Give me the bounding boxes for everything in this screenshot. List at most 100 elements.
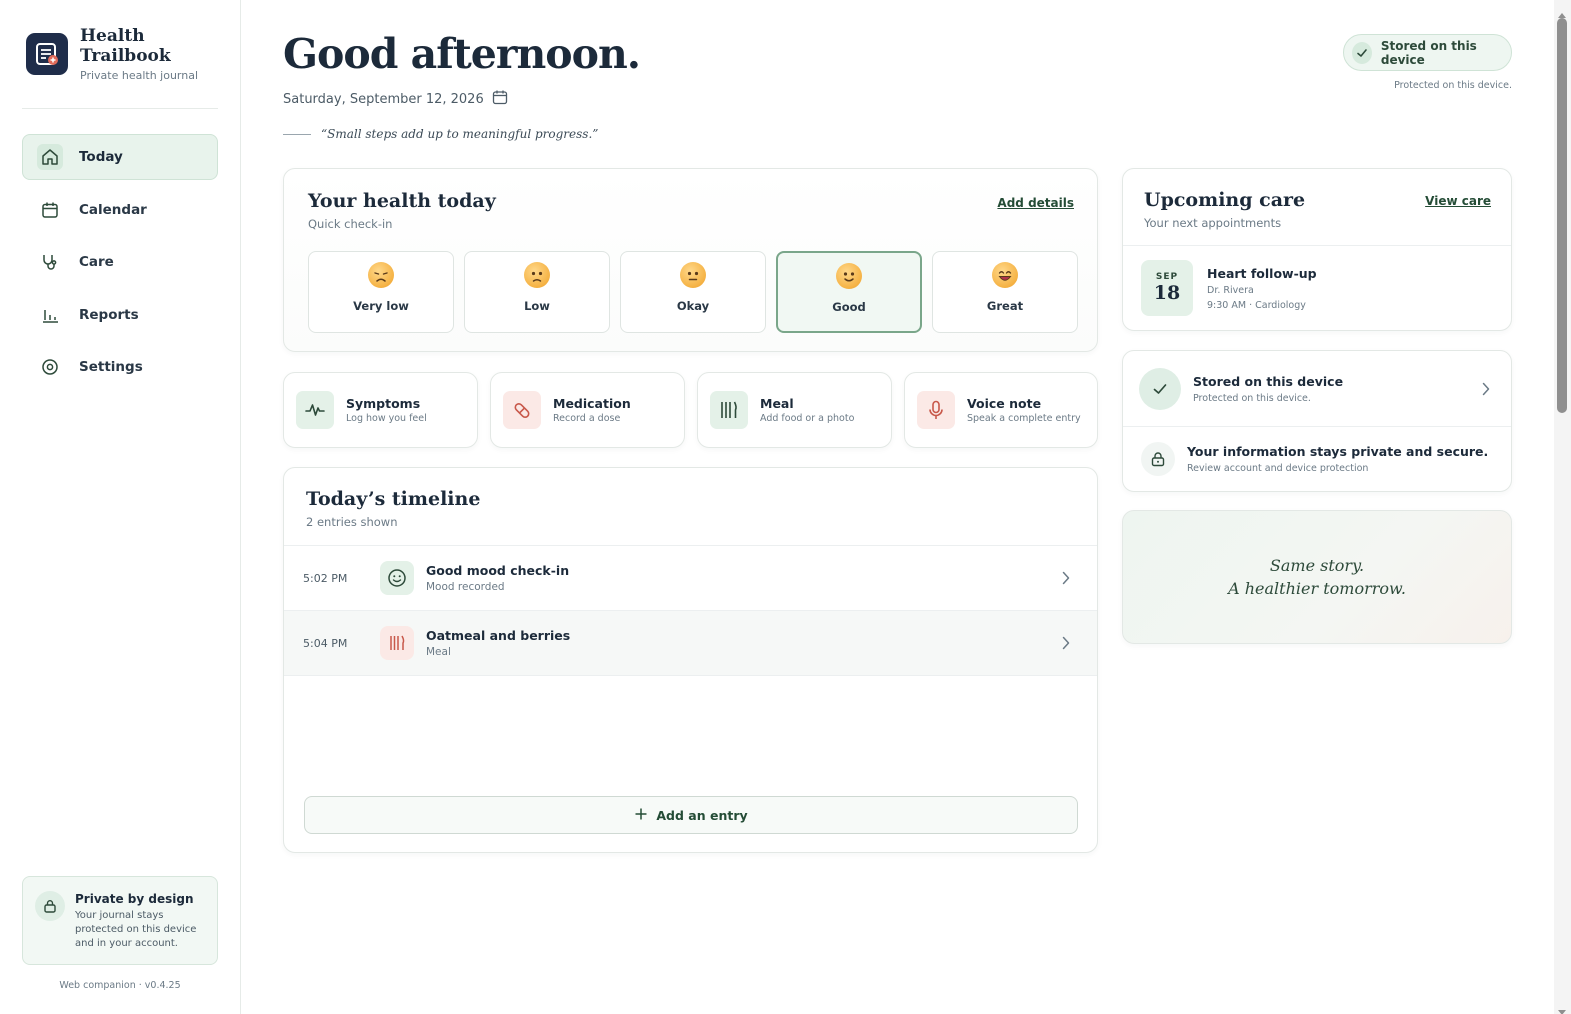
app-logo-icon [26,33,68,75]
storage-status-row[interactable]: Stored on this device Protected on this … [1123,351,1511,427]
okay-face-icon [680,262,706,288]
mood-option-low[interactable]: Low [464,251,610,333]
app-subtitle: Private health journal [80,69,199,82]
great-face-icon [992,262,1018,288]
current-date[interactable]: Saturday, September 12, 2026 [283,89,508,109]
quick-action-symptoms[interactable]: Symptoms Log how you feel [283,372,478,448]
appointment-month: SEP [1155,272,1179,282]
scroll-down-arrow-icon[interactable] [1557,1002,1567,1014]
storage-title: Stored on this device [1193,373,1344,389]
pulse-icon [296,391,334,429]
chevron-right-icon [1061,570,1071,590]
privacy-card-body: Your journal stays protected on this dev… [75,910,197,949]
add-details-link[interactable]: Add details [997,196,1074,210]
quick-action-meal[interactable]: Meal Add food or a photo [697,372,892,448]
quick-action-title: Symptoms [346,396,421,411]
mood-option-good[interactable]: Good [776,251,922,333]
very-low-face-icon [368,262,394,288]
scrollbar-thumb[interactable] [1557,18,1567,413]
quote-text: “Small steps add up to meaningful progre… [321,127,599,141]
nav-item-care[interactable]: Care [22,239,218,285]
storage-subtitle: Protected on this device. [1193,392,1311,404]
motto-line-1: Same story. [1269,556,1365,575]
quick-action-subtitle: Add food or a photo [760,413,855,424]
view-care-link[interactable]: View care [1425,194,1491,208]
health-today-title: Your health today [308,190,496,212]
quick-action-subtitle: Record a dose [553,413,621,424]
timeline-entry[interactable]: 5:04 PM Oatmeal and berries Meal [284,611,1097,676]
entry-subtitle: Mood recorded [426,581,505,593]
mood-picker: Very low Low Okay Good Great [308,251,1078,333]
upcoming-care-subtitle: Your next appointments [1144,216,1282,230]
add-entry-label: Add an entry [656,807,748,823]
storage-status-badge[interactable]: Stored on this device [1343,34,1512,71]
quick-action-title: Medication [553,396,631,411]
mood-option-okay[interactable]: Okay [620,251,766,333]
upcoming-care-card: Upcoming care Your next appointments Vie… [1122,168,1512,331]
mood-option-very-low[interactable]: Very low [308,251,454,333]
mood-label: Good [832,300,866,314]
mood-option-great[interactable]: Great [932,251,1078,333]
gear-icon [37,354,63,380]
smile-icon [380,561,414,595]
mood-label: Low [524,299,550,313]
appointment-detail: 9:30 AM · Cardiology [1207,299,1306,311]
security-subtitle: Review account and device protection [1187,463,1369,474]
nav-label: Today [79,149,123,165]
chevron-right-icon [1481,381,1491,401]
motto-card: Same story. A healthier tomorrow. [1122,510,1512,644]
mood-label: Okay [676,299,710,313]
sidebar: Health Trailbook Private health journal … [0,0,241,1014]
check-icon [1352,41,1372,64]
appointment-title: Heart follow-up [1207,265,1317,281]
quote-divider [283,133,311,135]
appointment-item[interactable]: SEP 18 Heart follow-up Dr. Rivera 9:30 A… [1123,246,1511,316]
sidebar-divider [22,108,218,109]
health-today-subtitle: Quick check-in [308,217,393,231]
pill-icon [503,391,541,429]
storage-card: Stored on this device Protected on this … [1122,350,1512,492]
utensils-icon [380,626,414,660]
scroll-up-arrow-icon[interactable] [1557,4,1567,18]
plus-icon [634,807,648,824]
page-title: Good afternoon. [283,30,641,78]
nav-label: Calendar [79,201,147,218]
utensils-icon [710,391,748,429]
lock-icon [1141,442,1175,476]
appointment-doctor: Dr. Rivera [1207,284,1254,296]
nav-item-today[interactable]: Today [22,134,218,180]
timeline-header: Today’s timeline 2 entries shown [284,468,1097,546]
calendar-icon[interactable] [492,89,508,109]
mood-label: Very low [353,299,409,313]
stethoscope-icon [37,249,63,275]
nav-item-calendar[interactable]: Calendar [22,187,218,233]
security-row[interactable]: Your information stays private and secur… [1123,427,1511,491]
add-entry-button[interactable]: Add an entry [304,796,1078,834]
health-today-card: Your health today Quick check-in Add det… [283,168,1098,352]
security-title: Your information stays private and secur… [1187,444,1489,459]
privacy-card-title: Private by design [75,892,194,906]
app-name-line1: Health [80,26,145,46]
quick-action-medication[interactable]: Medication Record a dose [490,372,685,448]
protected-note: Protected on this device. [1394,80,1512,91]
quick-action-title: Voice note [967,396,1042,411]
nav-label: Settings [79,359,143,375]
timeline-entry[interactable]: 5:02 PM Good mood check-in Mood recorded [284,546,1097,611]
appointment-date-badge: SEP 18 [1141,260,1193,316]
nav-label: Reports [79,306,139,323]
entry-title: Oatmeal and berries [426,628,571,643]
brand[interactable]: Health Trailbook Private health journal [26,26,198,82]
quick-action-voice-note[interactable]: Voice note Speak a complete entry [904,372,1098,448]
mood-label: Great [986,299,1024,313]
nav-item-reports[interactable]: Reports [22,292,218,338]
entry-subtitle: Meal [426,646,451,658]
good-face-icon [836,263,862,289]
timeline-subtitle: 2 entries shown [306,515,398,529]
app-name-line2: Trailbook [80,46,171,66]
app-version: Web companion · v0.4.25 [59,980,181,991]
nav-item-settings[interactable]: Settings [22,344,218,390]
home-icon [37,144,63,170]
quick-action-subtitle: Log how you feel [346,413,427,424]
appointment-day: 18 [1153,282,1181,304]
motto-line-2: A healthier tomorrow. [1228,579,1406,598]
